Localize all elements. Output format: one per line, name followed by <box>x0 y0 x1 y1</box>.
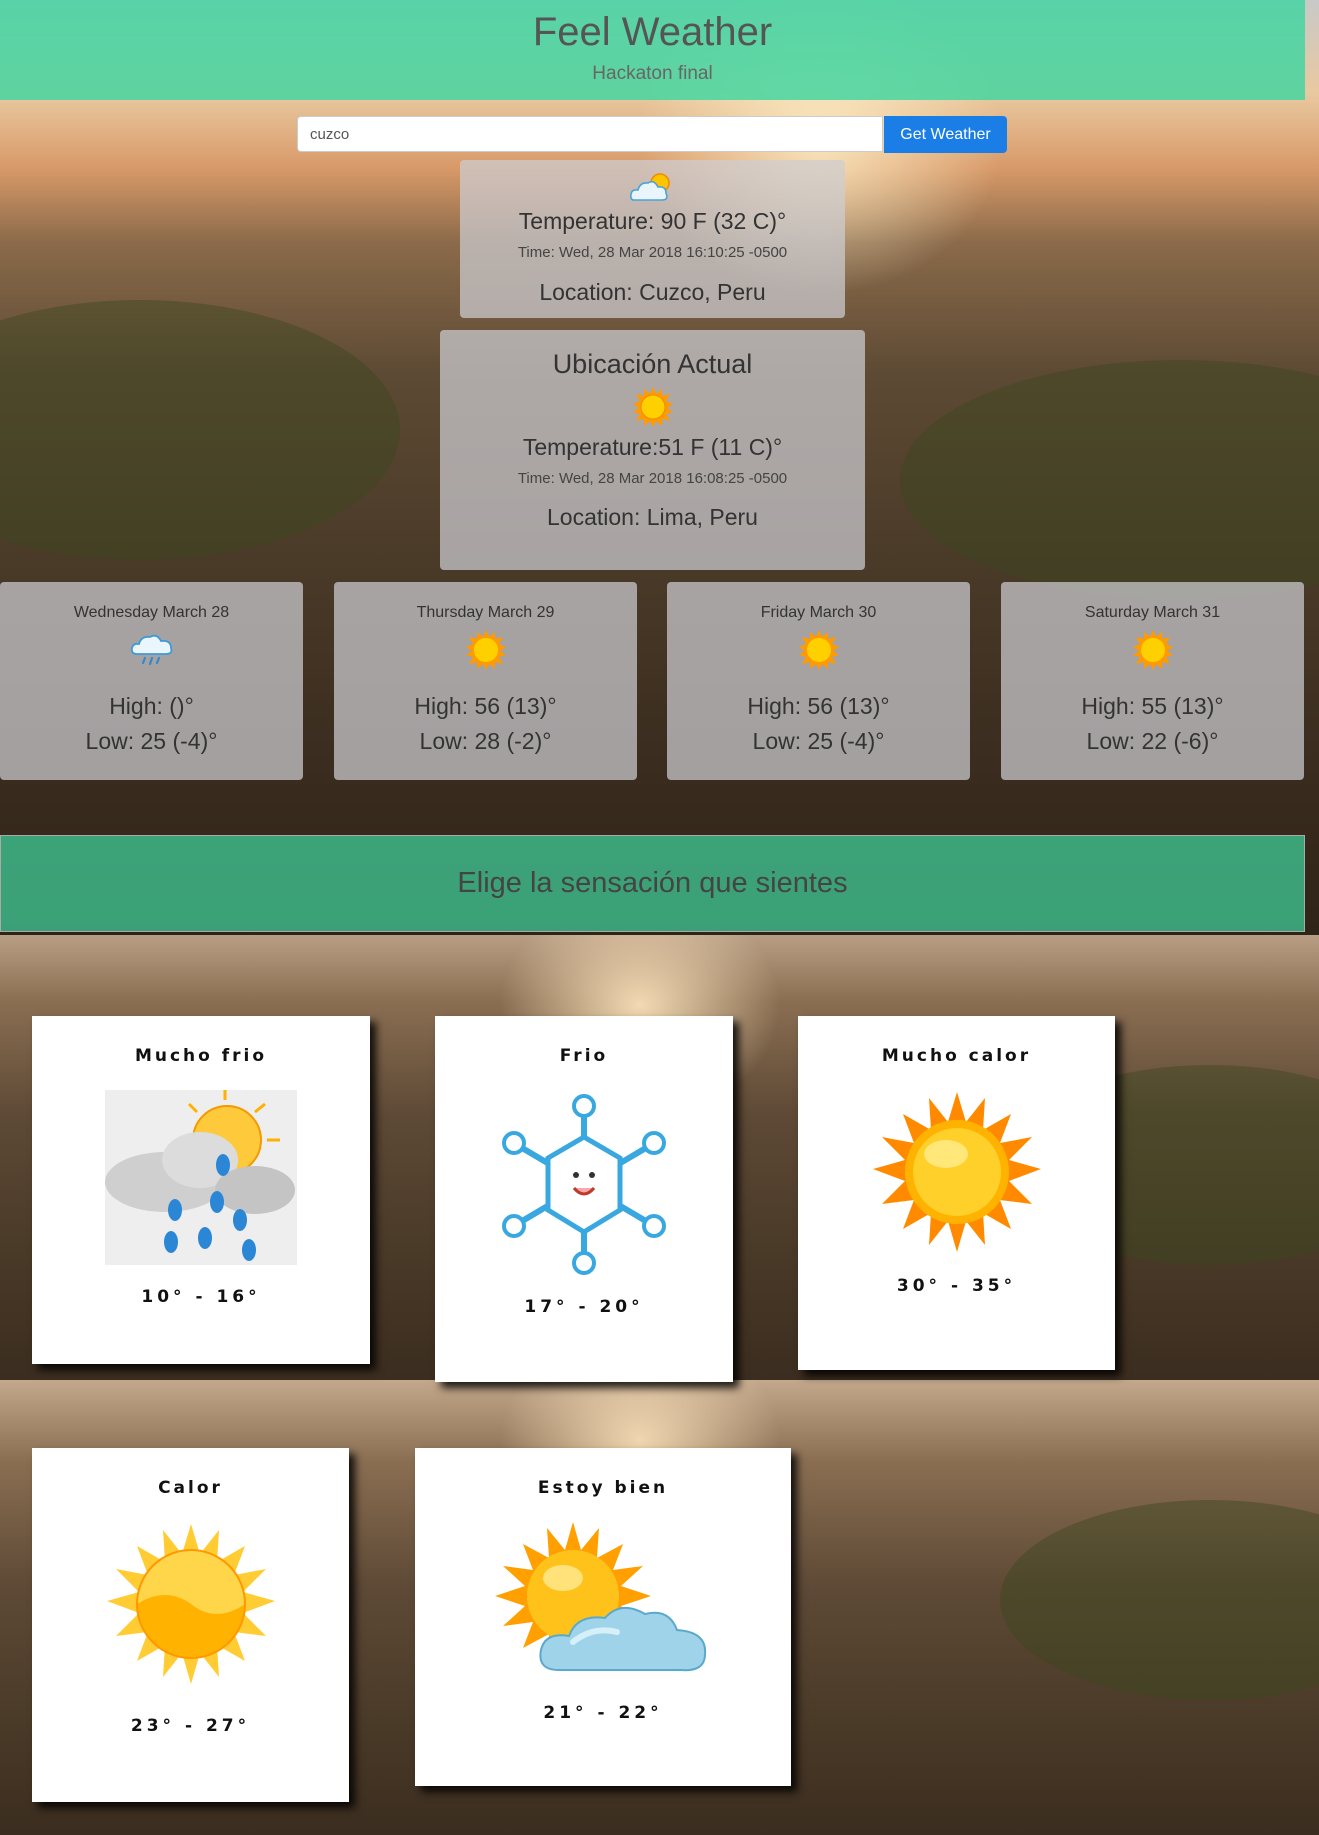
feeling-range: 23° - 27° <box>130 1716 251 1736</box>
feeling-card-calor[interactable]: Calor 23° - 27° <box>32 1448 349 1802</box>
partly-cloudy-icon <box>629 173 670 201</box>
forecast-card: Wednesday March 28 High: ()° Low: 25 (-4… <box>0 582 303 780</box>
sun-icon <box>872 1092 1041 1252</box>
current-search-time: Time: Wed, 28 Mar 2018 16:10:25 -0500 <box>517 244 788 261</box>
forecast-day: Friday March 30 <box>760 604 877 621</box>
sun-icon <box>106 1524 275 1684</box>
forecast-day: Wednesday March 28 <box>73 604 230 621</box>
sun-cloud-icon <box>495 1522 707 1672</box>
forecast-card: Thursday March 29 High: 56 (13)° Low: 28… <box>334 582 637 780</box>
feeling-range: 21° - 22° <box>543 1703 663 1723</box>
feeling-range: 17° - 20° <box>524 1297 644 1317</box>
forecast-low: Low: 25 (-4)° <box>85 728 218 754</box>
current-search-temperature: Temperature: 90 F (32 C)° <box>518 208 787 234</box>
forecast-low: Low: 22 (-6)° <box>1086 728 1219 754</box>
sun-icon <box>632 387 673 427</box>
feeling-title: Mucho frio <box>134 1046 268 1066</box>
feeling-card-estoy-bien[interactable]: Estoy bien 21° - 22° <box>415 1448 791 1786</box>
get-weather-button[interactable]: Get Weather <box>884 116 1007 153</box>
app-subtitle: Hackaton final <box>592 63 713 84</box>
forecast-low: Low: 25 (-4)° <box>752 728 885 754</box>
forecast-low: Low: 28 (-2)° <box>419 728 552 754</box>
forecast-day: Saturday March 31 <box>1084 604 1221 621</box>
feeling-card-frio[interactable]: Frio 17° - 20° <box>435 1016 733 1382</box>
current-location-card: Ubicación Actual Temperature:51 F (11 C)… <box>440 330 865 570</box>
sun-icon <box>465 630 506 670</box>
current-search-card: Temperature: 90 F (32 C)° Time: Wed, 28 … <box>460 160 845 318</box>
feeling-range: 30° - 35° <box>896 1276 1017 1296</box>
app-title: Feel Weather <box>532 10 773 54</box>
current-location-heading: Ubicación Actual <box>552 349 753 379</box>
forecast-card: Saturday March 31 High: 55 (13)° Low: 22… <box>1001 582 1304 780</box>
forecast-high: High: 56 (13)° <box>414 693 557 719</box>
rain-cloud-icon <box>130 634 172 666</box>
app-header: Feel Weather Hackaton final <box>0 0 1305 100</box>
current-location-temperature: Temperature:51 F (11 C)° <box>522 434 783 460</box>
sun-icon <box>1132 630 1173 670</box>
forecast-card: Friday March 30 High: 56 (13)° Low: 25 (… <box>667 582 970 780</box>
feeling-card-mucho-frio[interactable]: Mucho frio 10° - 16° <box>32 1016 370 1364</box>
feeling-card-mucho-calor[interactable]: Mucho calor 30° - 35° <box>798 1016 1115 1370</box>
feeling-range: 10° - 16° <box>141 1287 261 1307</box>
current-location-location: Location: Lima, Peru <box>547 504 758 530</box>
snowflake-icon <box>502 1094 666 1275</box>
feelings-heading-band: Elige la sensación que sientes <box>0 835 1305 932</box>
forecast-high: High: 56 (13)° <box>747 693 890 719</box>
feeling-title: Frio <box>559 1046 609 1066</box>
forecast-high: High: 55 (13)° <box>1081 693 1224 719</box>
city-search-input[interactable] <box>297 116 883 152</box>
current-search-location: Location: Cuzco, Peru <box>539 279 766 305</box>
forecast-high: High: ()° <box>109 693 194 719</box>
feeling-title: Mucho calor <box>881 1046 1032 1066</box>
sun-icon <box>798 630 839 670</box>
current-location-time: Time: Wed, 28 Mar 2018 16:08:25 -0500 <box>517 470 788 487</box>
forecast-day: Thursday March 29 <box>416 604 555 621</box>
feelings-heading: Elige la sensación que sientes <box>457 867 848 899</box>
feeling-title: Estoy bien <box>537 1478 669 1498</box>
feeling-title: Calor <box>158 1478 223 1498</box>
sun-rain-cloud-icon <box>105 1090 297 1265</box>
